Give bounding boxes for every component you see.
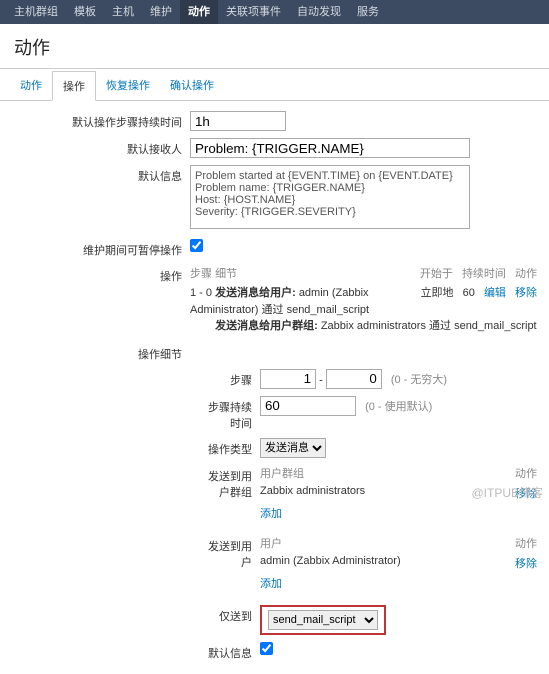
- ops-row-range: 1 - 0: [190, 287, 212, 299]
- watermark: @ITPUB博客: [471, 484, 543, 501]
- ops-col-detail: 细节: [215, 268, 237, 280]
- send-groups-label: 发送到用户群组: [202, 465, 260, 500]
- op-detail-label: 操作细节: [12, 343, 190, 362]
- op-type-label: 操作类型: [202, 438, 260, 457]
- step-to-input[interactable]: [326, 369, 382, 389]
- ops-line1-immediate: 立即地: [421, 287, 454, 299]
- page-title: 动作: [0, 24, 549, 69]
- pause-maintenance-label: 维护期间可暂停操作: [12, 239, 190, 258]
- ops-line1-prefix: 发送消息给用户:: [215, 287, 296, 299]
- nav-maintenance[interactable]: 维护: [142, 0, 180, 24]
- ops-col-duration: 持续时间: [462, 268, 506, 280]
- operations-label: 操作: [12, 265, 190, 284]
- tab-ack[interactable]: 确认操作: [160, 71, 224, 100]
- ops-line2-prefix: 发送消息给用户群组:: [215, 320, 318, 332]
- step-duration-hint: (0 - 使用默认): [365, 401, 432, 413]
- step-from-input[interactable]: [260, 369, 316, 389]
- only-to-highlight: send_mail_script: [260, 605, 386, 635]
- form: 默认操作步骤持续时间 默认接收人 默认信息 Problem started at…: [0, 101, 549, 674]
- step-hint: (0 - 无穷大): [391, 374, 447, 386]
- op-type-select[interactable]: 发送消息: [260, 438, 326, 458]
- groups-add-link[interactable]: 添加: [260, 508, 282, 520]
- nav-actions[interactable]: 动作: [180, 0, 218, 24]
- step-label: 步骤: [202, 369, 260, 388]
- users-remove-link[interactable]: 移除: [515, 555, 537, 571]
- users-add-link[interactable]: 添加: [260, 578, 282, 590]
- ops-col-action: 动作: [515, 268, 537, 280]
- users-item: admin (Zabbix Administrator): [260, 555, 515, 571]
- pause-maintenance-checkbox[interactable]: [190, 239, 203, 252]
- nav-correlation[interactable]: 关联项事件: [218, 0, 289, 24]
- send-users-label: 发送到用户: [202, 535, 260, 570]
- ops-line1-dur: 60: [463, 287, 475, 299]
- ops-col-step: 步骤: [190, 268, 212, 280]
- step-duration-label: 步骤持续时间: [202, 396, 260, 431]
- ops-line2-value: Zabbix administrators 通过 send_mail_scrip…: [321, 320, 537, 332]
- default-recipient-label: 默认接收人: [12, 138, 190, 157]
- default-msg-checkbox[interactable]: [260, 642, 273, 655]
- only-to-select[interactable]: send_mail_script: [268, 610, 378, 630]
- nav-templates[interactable]: 模板: [66, 0, 104, 24]
- default-step-duration-input[interactable]: [190, 111, 286, 131]
- nav-hostgroups[interactable]: 主机群组: [6, 0, 66, 24]
- groups-col-l: 用户群组: [260, 465, 515, 481]
- nav-hosts[interactable]: 主机: [104, 0, 142, 24]
- default-msg-label: 默认信息: [202, 642, 260, 661]
- tabs: 动作 操作 恢复操作 确认操作: [0, 71, 549, 101]
- ops-remove-link[interactable]: 移除: [515, 287, 537, 299]
- default-recipient-input[interactable]: [190, 138, 470, 158]
- tab-action[interactable]: 动作: [10, 71, 52, 100]
- ops-edit-link[interactable]: 编辑: [484, 287, 506, 299]
- default-message-label: 默认信息: [12, 165, 190, 184]
- top-nav: 主机群组 模板 主机 维护 动作 关联项事件 自动发现 服务: [0, 0, 549, 24]
- nav-discovery[interactable]: 自动发现: [289, 0, 349, 24]
- step-duration-input[interactable]: [260, 396, 356, 416]
- tab-operations[interactable]: 操作: [52, 71, 96, 101]
- nav-services[interactable]: 服务: [349, 0, 387, 24]
- default-step-duration-label: 默认操作步骤持续时间: [12, 111, 190, 130]
- users-col-l: 用户: [260, 535, 515, 551]
- only-to-label: 仅送到: [202, 605, 260, 624]
- default-message-textarea[interactable]: Problem started at {EVENT.TIME} on {EVEN…: [190, 165, 470, 229]
- users-col-r: 动作: [515, 535, 537, 551]
- ops-col-start: 开始于: [420, 268, 453, 280]
- groups-col-r: 动作: [515, 465, 537, 481]
- tab-recovery[interactable]: 恢复操作: [96, 71, 160, 100]
